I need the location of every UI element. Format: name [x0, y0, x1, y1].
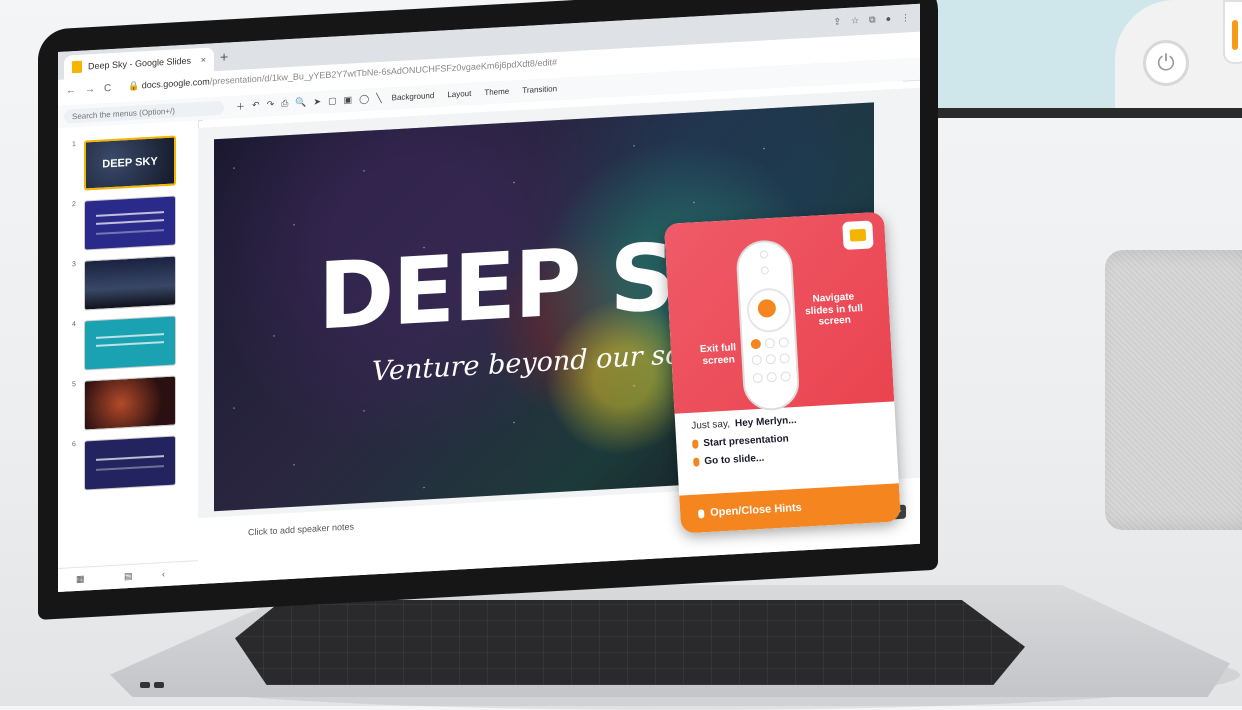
slide-thumbnail[interactable] [84, 195, 176, 251]
slide-number: 2 [72, 200, 76, 209]
wake-word: Hey Merlyn... [734, 414, 797, 430]
slide-filmstrip: 1 DEEP SKY 2 3 4 5 6 [58, 120, 199, 568]
layout-button[interactable]: Layout [444, 89, 474, 100]
slide-number: 5 [72, 380, 76, 389]
mic-icon [692, 439, 699, 449]
add-slide-icon[interactable]: ＋ [236, 100, 245, 114]
shape-icon[interactable]: ◯ [359, 94, 369, 106]
remote-icon [735, 238, 801, 412]
redo-icon[interactable]: ↷ [267, 99, 275, 110]
slides-favicon-icon [72, 60, 82, 74]
mic-icon [693, 457, 700, 467]
voice-commands: Just say, Hey Merlyn... Start presentati… [691, 415, 799, 475]
command-label: Go to slide... [704, 452, 765, 468]
tab-title: Deep Sky - Google Slides [88, 55, 192, 72]
theme-button[interactable]: Theme [481, 87, 512, 98]
slider-icon [1223, 0, 1242, 64]
intro-text: Just say, [691, 418, 731, 432]
image-icon[interactable]: ▣ [344, 95, 353, 106]
command-item: Go to slide... [693, 451, 799, 468]
forward-icon[interactable]: → [85, 84, 95, 96]
select-icon[interactable]: ➤ [314, 96, 322, 107]
popup-illustration: Navigate slides in full screen Exit full… [664, 211, 895, 414]
power-icon: ⏻ [1143, 40, 1189, 86]
background-button[interactable]: Background [389, 91, 438, 103]
button-label: Open/Close Hints [709, 501, 803, 519]
extensions-icon[interactable]: ⧉ [869, 14, 875, 25]
zoom-icon[interactable]: 🔍 [295, 97, 306, 109]
slide-thumbnail[interactable] [84, 255, 176, 311]
profile-icon[interactable]: ● [886, 13, 891, 24]
slide-thumbnail[interactable] [84, 435, 176, 491]
slide-thumbnail[interactable]: DEEP SKY [84, 135, 176, 191]
nav-buttons: ← → C [66, 83, 111, 97]
menu-icon[interactable]: ⋮ [901, 12, 910, 24]
navigate-hint: Navigate slides in full screen [804, 291, 864, 328]
slide-number: 1 [72, 140, 76, 149]
new-tab-button[interactable]: + [220, 48, 228, 64]
undo-icon[interactable]: ↶ [252, 100, 260, 111]
exit-hint: Exit full screen [699, 342, 737, 367]
slides-logo-icon [842, 220, 874, 251]
collapse-icon[interactable]: ‹ [162, 569, 165, 579]
command-item: Start presentation [692, 433, 798, 450]
slide-thumbnail[interactable] [84, 375, 176, 431]
url-host: docs.google.com [141, 76, 210, 91]
merlyn-hints-popup: Navigate slides in full screen Exit full… [664, 211, 901, 534]
mic-icon [697, 508, 705, 519]
tab-close-icon[interactable]: × [201, 55, 206, 65]
slide-thumbnail[interactable] [84, 315, 176, 371]
laptop-keyboard [235, 600, 1025, 685]
monitor-control-panel: ⏻ [1115, 0, 1242, 108]
search-menus-input[interactable] [64, 100, 224, 124]
speaker-device [1105, 250, 1242, 530]
star-icon[interactable]: ☆ [851, 15, 859, 26]
reload-icon[interactable]: C [104, 83, 111, 94]
slide-number: 6 [72, 440, 76, 449]
share-icon[interactable]: ⇪ [834, 16, 842, 27]
slide-number: 3 [72, 260, 76, 269]
browser-toolbar-icons: ⇪ ☆ ⧉ ● ⋮ [834, 12, 911, 27]
filmstrip-view-icon[interactable]: ▤ [124, 571, 133, 582]
intro-line: Just say, Hey Merlyn... [691, 415, 797, 432]
textbox-icon[interactable]: ▢ [328, 95, 337, 106]
line-icon[interactable]: ╲ [376, 93, 381, 104]
laptop-ports [140, 675, 168, 688]
back-icon[interactable]: ← [66, 85, 76, 97]
slide-number: 4 [72, 320, 76, 329]
print-icon[interactable]: ⎙ [281, 98, 288, 109]
transition-button[interactable]: Transition [519, 84, 560, 95]
lock-icon: 🔒 [128, 80, 140, 92]
grid-view-icon[interactable]: ▦ [76, 574, 85, 585]
command-label: Start presentation [703, 433, 790, 450]
